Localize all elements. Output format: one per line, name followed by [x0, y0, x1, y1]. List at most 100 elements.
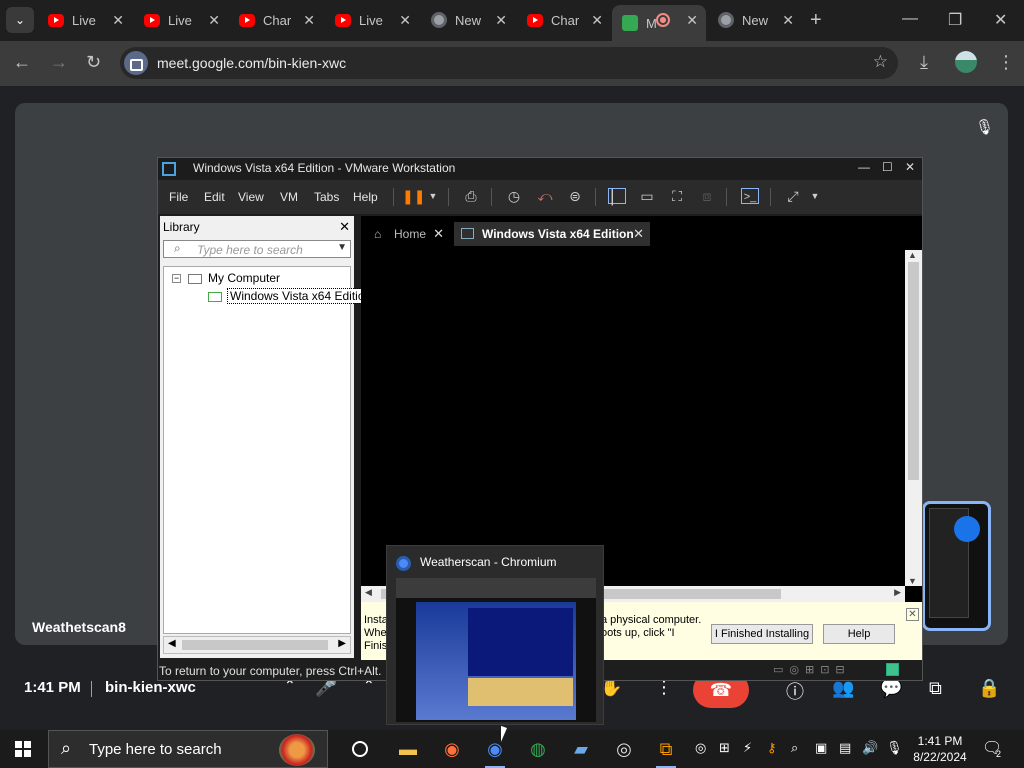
pause-icon[interactable]: ❚❚ [402, 188, 425, 204]
taskbar-search-box[interactable]: ⌕ Type here to search [48, 730, 328, 768]
tray-device-icon[interactable]: ▣ [815, 740, 827, 756]
tray-network-icon[interactable]: ⚡ [743, 740, 752, 756]
people-icon[interactable]: 👥 [832, 678, 854, 699]
tree-item-vm[interactable]: Windows Vista x64 Edition [208, 288, 375, 304]
address-bar[interactable]: meet.google.com/bin-kien-xwc ☆ [120, 47, 898, 79]
close-button[interactable]: ✕ [905, 160, 915, 174]
tab-vm[interactable]: Windows Vista x64 Edition ✕ [454, 222, 650, 246]
download-icon[interactable]: ⤓ [920, 52, 928, 73]
full-screen-icon[interactable]: ⛶ [668, 188, 686, 204]
browser-tab[interactable]: Char ✕ [229, 5, 323, 35]
firefox-icon[interactable]: ◉ [438, 735, 466, 763]
tree-item-my-computer[interactable]: My Computer [188, 271, 280, 285]
windows-start-icon[interactable] [15, 741, 32, 758]
menu-tabs[interactable]: Tabs [314, 190, 339, 204]
vmware-taskbar-icon[interactable]: ⧉ [652, 735, 680, 768]
vmware-title-bar[interactable]: Windows Vista x64 Edition - VMware Works… [158, 158, 922, 180]
menu-view[interactable]: View [238, 190, 264, 204]
browser-tab[interactable]: New ✕ [708, 5, 802, 35]
stretch-guest-icon[interactable]: ⤢ [784, 188, 802, 204]
browser-tab[interactable]: Live ✕ [134, 5, 228, 35]
close-icon[interactable]: ✕ [303, 12, 315, 29]
close-icon[interactable]: ✕ [686, 12, 698, 29]
unity-icon[interactable]: ⧈ [698, 188, 716, 204]
scroll-down-icon[interactable]: ▼ [908, 576, 917, 586]
file-explorer-icon[interactable]: ▬ [394, 735, 422, 763]
app-icon[interactable]: ▰ [567, 735, 595, 763]
browser-tab[interactable]: Char ✕ [517, 5, 611, 35]
tray-key-icon[interactable]: ⚷ [767, 740, 777, 756]
vm-message-icon[interactable] [886, 663, 899, 676]
power-dropdown-icon[interactable]: ▼ [424, 188, 442, 204]
maximize-button[interactable]: ☐ [882, 160, 893, 174]
activities-icon[interactable]: ⧉ [929, 678, 942, 699]
new-tab-button[interactable]: + [810, 9, 822, 32]
close-icon[interactable]: ✕ [633, 222, 644, 246]
browser-tab-active[interactable]: M ✕ [612, 5, 706, 41]
scroll-right-icon[interactable]: ▶ [894, 587, 901, 598]
help-button[interactable]: Help [823, 624, 895, 644]
thumbnail-bar-icon[interactable]: ▭ [638, 188, 656, 204]
console-view-icon[interactable]: >_ [741, 188, 759, 204]
scroll-left-icon[interactable]: ◀ [168, 638, 176, 649]
close-icon[interactable]: ✕ [591, 12, 603, 29]
scroll-thumb[interactable] [182, 640, 328, 650]
device-status-icons[interactable]: ▭◎⊞⊡⊟ [773, 663, 851, 676]
info-icon[interactable]: ⓘ [786, 678, 804, 704]
menu-file[interactable]: File [169, 190, 188, 204]
vertical-scrollbar[interactable]: ▲ ▼ [905, 250, 922, 586]
browser-tab[interactable]: Live ✕ [38, 5, 132, 35]
library-search-input[interactable]: ⌕ Type here to search ▼ [163, 240, 351, 258]
close-icon[interactable]: ✕ [433, 222, 444, 246]
library-horizontal-scrollbar[interactable]: ◀ ▶ [163, 636, 351, 654]
taskbar-clock[interactable]: 1:41 PM 8/22/2024 [900, 733, 980, 765]
cortana-icon[interactable] [346, 735, 374, 763]
forward-button[interactable]: → [50, 52, 68, 73]
restore-button[interactable]: ❐ [948, 10, 962, 30]
search-highlight-icon[interactable] [279, 734, 315, 766]
bookmark-star-icon[interactable]: ☆ [873, 52, 888, 72]
tab-home[interactable]: ⌂ Home ✕ [366, 222, 450, 246]
snapshot-icon[interactable]: ◷ [505, 188, 523, 204]
browser-tab[interactable]: New ✕ [421, 5, 515, 35]
close-icon[interactable]: ✕ [495, 12, 507, 29]
close-icon[interactable]: ✕ [112, 12, 124, 29]
tray-windows-icon[interactable]: ⊞ [719, 740, 730, 756]
profile-avatar[interactable] [955, 51, 977, 73]
close-icon[interactable]: ✕ [339, 216, 350, 238]
revert-snapshot-icon[interactable]: ⤺ [536, 188, 554, 204]
close-icon[interactable]: ✕ [208, 12, 220, 29]
snapshot-manager-icon[interactable]: ⊜ [566, 188, 584, 204]
back-button[interactable]: ← [13, 52, 31, 73]
send-ctrl-alt-del-icon[interactable]: ⎙ [462, 188, 480, 204]
tray-network-status-icon[interactable]: ▤ [839, 740, 851, 756]
taskbar-thumbnail-popup[interactable]: Weatherscan - Chromium [386, 545, 604, 725]
close-icon[interactable]: ✕ [906, 608, 919, 621]
collapse-icon[interactable]: − [172, 274, 181, 283]
close-icon[interactable]: ✕ [782, 12, 794, 29]
chat-icon[interactable]: 💬 [880, 678, 902, 699]
minimize-button[interactable]: — [858, 160, 870, 174]
close-window-button[interactable]: ✕ [994, 10, 1007, 30]
browser-tab[interactable]: Live ✕ [325, 5, 419, 35]
scroll-up-icon[interactable]: ▲ [908, 250, 917, 260]
scroll-right-icon[interactable]: ▶ [338, 638, 346, 649]
menu-kebab-icon[interactable]: ⋮ [997, 52, 1015, 73]
tray-search-icon[interactable]: ⌕ [791, 740, 798, 756]
menu-help[interactable]: Help [353, 190, 378, 204]
scroll-thumb[interactable] [908, 262, 919, 480]
close-icon[interactable]: ✕ [399, 12, 411, 29]
show-library-icon[interactable]: ▏ [608, 188, 626, 205]
menu-vm[interactable]: VM [280, 190, 298, 204]
tray-app-icon[interactable]: ◎ [695, 740, 706, 756]
minimize-button[interactable]: — [902, 10, 918, 28]
self-video-tile[interactable] [922, 501, 991, 631]
tab-search-button[interactable]: ⌄ [6, 7, 34, 33]
camera-icon[interactable] [124, 51, 148, 75]
menu-edit[interactable]: Edit [204, 190, 225, 204]
reload-button[interactable]: ↻ [86, 52, 101, 73]
volume-icon[interactable]: 🔊 [862, 740, 878, 756]
stretch-dropdown-icon[interactable]: ▼ [806, 188, 824, 204]
finished-installing-button[interactable]: I Finished Installing [711, 624, 813, 644]
obs-icon[interactable]: ◎ [610, 735, 638, 763]
